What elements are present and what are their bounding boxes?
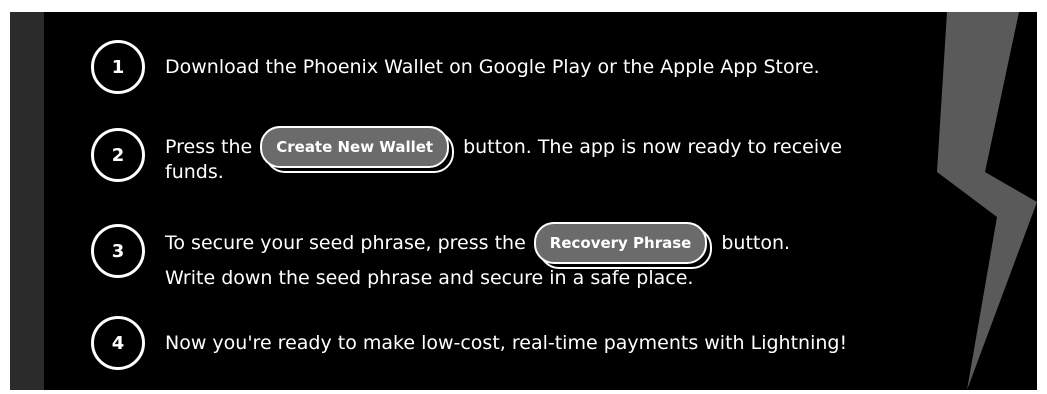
step-number-badge: 4 (91, 316, 145, 370)
recovery-phrase-button-wrap: Recovery Phrase (533, 222, 713, 269)
recovery-phrase-button[interactable]: Recovery Phrase (533, 222, 708, 264)
step-text: Press the Create New Wallet button. The … (165, 126, 843, 173)
step-text-before: Press the (165, 136, 253, 158)
step-text: To secure your seed phrase, press the Re… (165, 222, 791, 269)
step-text-after: button. (721, 232, 791, 254)
step-text-main: Now you're ready to make low-cost, real-… (165, 332, 848, 354)
create-new-wallet-button[interactable]: Create New Wallet (260, 126, 450, 168)
step-number-badge: 2 (91, 128, 145, 182)
step-number-badge: 3 (91, 224, 145, 278)
step-text-main: Download the Phoenix Wallet on Google Pl… (165, 56, 820, 78)
left-sidebar-strip (10, 12, 44, 390)
step-text-before: To secure your seed phrase, press the (165, 232, 526, 254)
step-number-badge: 1 (91, 40, 145, 94)
lightning-bolt-icon (937, 12, 1037, 390)
create-new-wallet-button-wrap: Create New Wallet (260, 126, 455, 173)
step-text-continuation: Write down the seed phrase and secure in… (165, 267, 694, 289)
instructions-panel: 1 Download the Phoenix Wallet on Google … (10, 12, 1037, 390)
step-text-continuation: funds. (165, 161, 224, 183)
step-text-line2: Write down the seed phrase and secure in… (165, 266, 693, 290)
step-text: Now you're ready to make low-cost, real-… (165, 331, 847, 355)
step-text-after: button. The app is now ready to receive (463, 136, 843, 158)
step-text-line2: funds. (165, 160, 224, 184)
step-text: Download the Phoenix Wallet on Google Pl… (165, 55, 820, 79)
